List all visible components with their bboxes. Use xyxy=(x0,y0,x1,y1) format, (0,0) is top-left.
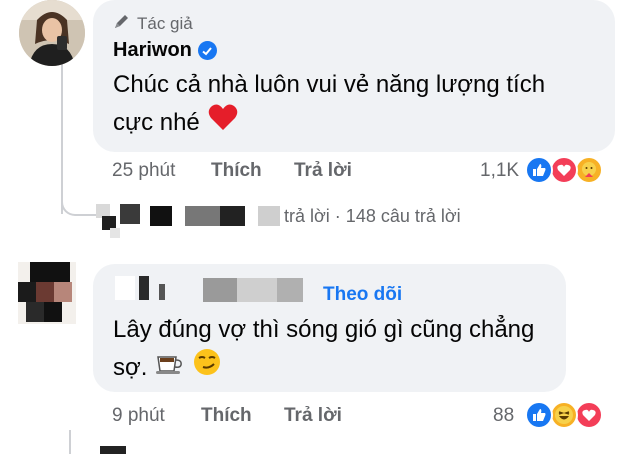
blurred-name-block xyxy=(115,276,135,300)
like-button[interactable]: Thích xyxy=(201,405,252,427)
comment-text-line-2-text: cực nhé xyxy=(113,109,200,136)
avatar[interactable] xyxy=(19,0,85,66)
comment-text-line-2: cực nhé xyxy=(113,103,238,143)
blurred-name-block xyxy=(139,276,149,300)
blurred-name-block xyxy=(150,206,172,226)
smirk-emoji xyxy=(193,348,221,388)
haha-icon xyxy=(550,401,578,429)
comment-text-line-1: Chúc cả nhà luôn vui vẻ năng lượng tích xyxy=(113,71,546,98)
blurred-name-block xyxy=(220,206,245,226)
author-badge-label: Tác giả xyxy=(137,13,193,33)
reaction-count[interactable]: 88 xyxy=(493,405,514,427)
author-name-text[interactable]: Hariwon xyxy=(113,39,192,62)
reply-summary-text[interactable]: trả lời · 148 câu trả lời xyxy=(284,206,461,227)
love-icon xyxy=(550,156,578,184)
avatar[interactable] xyxy=(18,262,76,324)
blurred-name-block xyxy=(237,278,277,302)
blurred-name-block xyxy=(277,278,303,302)
pen-icon xyxy=(113,12,131,35)
blurred-name-block xyxy=(159,284,165,300)
blurred-name-block xyxy=(258,206,280,226)
thread-line-bottom xyxy=(69,430,71,454)
comment-text-line-2: sợ. xyxy=(113,348,221,388)
comment-time[interactable]: 9 phút xyxy=(112,405,165,427)
comment-text-line-1: Lây đúng vợ thì sóng gió gì cũng chẳng xyxy=(113,316,535,343)
blurred-name-block xyxy=(203,278,237,302)
reply-button[interactable]: Trả lời xyxy=(284,405,342,427)
reply-summary[interactable]: trả lời · 148 câu trả lời xyxy=(284,206,461,227)
author-badge: Tác giả xyxy=(113,12,193,35)
reply-button[interactable]: Trả lời xyxy=(294,160,352,182)
avatar[interactable] xyxy=(100,446,126,454)
blurred-name-block xyxy=(120,204,140,224)
like-button[interactable]: Thích xyxy=(211,160,262,182)
reaction-count[interactable]: 1,1K xyxy=(480,160,519,182)
follow-button[interactable]: Theo dõi xyxy=(323,284,402,306)
care-icon xyxy=(575,156,603,184)
coffee-emoji xyxy=(155,349,185,387)
like-icon xyxy=(525,156,553,184)
love-icon xyxy=(575,401,603,429)
verified-icon xyxy=(197,41,217,60)
comment-time[interactable]: 25 phút xyxy=(112,160,175,182)
comment-bubble: Tác giả Hariwon Chúc cả nhà luôn vui vẻ … xyxy=(93,0,615,152)
like-icon xyxy=(525,401,553,429)
comment-bubble: Theo dõi Lây đúng vợ thì sóng gió gì cũn… xyxy=(93,264,566,392)
blurred-name-block xyxy=(185,206,220,226)
heart-emoji xyxy=(208,103,238,143)
comment-text-line-2-text: sợ. xyxy=(113,354,148,381)
author-name[interactable]: Hariwon xyxy=(113,39,217,62)
